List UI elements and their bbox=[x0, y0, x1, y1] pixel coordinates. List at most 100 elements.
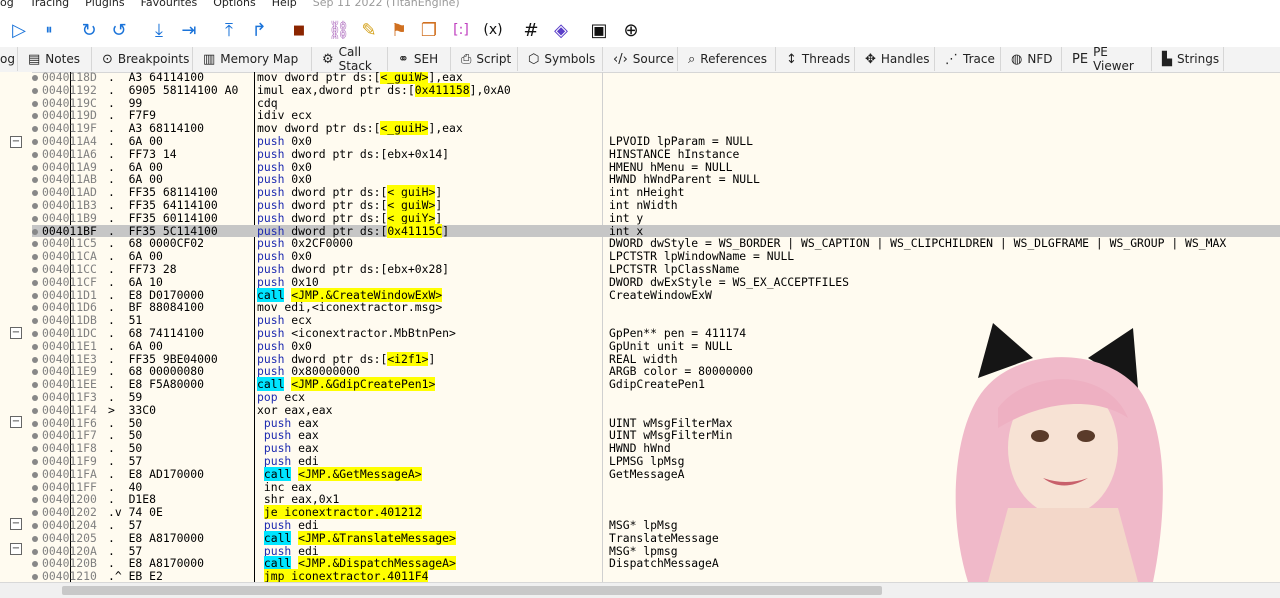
breakpoint-dot-icon[interactable] bbox=[32, 292, 38, 299]
calculator-icon[interactable]: ▣ bbox=[586, 17, 612, 43]
breakpoint-dot-icon[interactable] bbox=[32, 484, 38, 491]
tab-trace[interactable]: ⋰ Trace bbox=[935, 47, 1001, 71]
breakpoint-dot-icon[interactable] bbox=[32, 203, 38, 209]
disasm-row[interactable]: 0040119D. F7F9 idiv ecx bbox=[32, 109, 1280, 122]
breakpoint-dot-icon[interactable] bbox=[32, 177, 38, 184]
breakpoint-dot-icon[interactable] bbox=[32, 356, 38, 363]
collapse-icon[interactable]: − bbox=[10, 136, 22, 148]
breakpoint-dot-icon[interactable] bbox=[32, 139, 38, 145]
horizontal-scrollbar[interactable] bbox=[0, 582, 1280, 598]
collapse-icon[interactable]: − bbox=[10, 543, 22, 555]
tab-label: og bbox=[0, 52, 15, 66]
breakpoint-dot-icon[interactable] bbox=[32, 87, 38, 94]
breakpoint-dot-icon[interactable] bbox=[32, 100, 38, 107]
breakpoint-dot-icon[interactable] bbox=[32, 382, 38, 389]
tab-nfd[interactable]: ◍ NFD bbox=[1001, 47, 1062, 71]
disasm-row[interactable]: 004011A4. 6A 00 push 0x0 LPVOID lpParam = … bbox=[32, 135, 1280, 148]
breakpoint-dot-icon[interactable] bbox=[32, 318, 38, 325]
collapse-icon[interactable]: − bbox=[10, 327, 22, 339]
breakpoint-dot-icon[interactable] bbox=[32, 241, 38, 248]
disasm-row[interactable]: 004011CC . FF73 28 push dword ptr ds:[ebx+… bbox=[32, 263, 1280, 276]
breakpoint-dot-icon[interactable] bbox=[32, 510, 38, 517]
breakpoint-dot-icon[interactable] bbox=[32, 574, 38, 581]
breakpoint-dot-icon[interactable] bbox=[32, 215, 38, 222]
breakpoint-dot-icon[interactable] bbox=[32, 420, 38, 427]
link-icon[interactable]: ⛓ bbox=[326, 17, 352, 43]
restart-icon[interactable]: ↻ bbox=[76, 17, 102, 43]
breakpoint-dot-icon[interactable] bbox=[32, 471, 38, 478]
tab-breakpoints[interactable]: ⊙ Breakpoints bbox=[92, 47, 193, 71]
tab-source[interactable]: ‹/› Source bbox=[603, 47, 678, 71]
breakpoint-dot-icon[interactable] bbox=[32, 369, 38, 376]
tab-memory-map[interactable]: ▥ Memory Map bbox=[193, 47, 312, 71]
globe-icon[interactable]: ⊕ bbox=[618, 17, 644, 43]
tab-symbols[interactable]: ⬡ Symbols bbox=[518, 47, 603, 71]
breakpoint-dot-icon[interactable] bbox=[32, 254, 38, 261]
tab-threads[interactable]: ↕ Threads bbox=[776, 47, 855, 71]
function-icon[interactable]: [:] bbox=[448, 17, 474, 43]
breakpoint-dot-icon[interactable] bbox=[32, 151, 38, 158]
step-over-icon[interactable]: ⇥ bbox=[176, 17, 202, 43]
breakpoint-dot-icon[interactable] bbox=[32, 548, 38, 555]
scrollbar-thumb[interactable] bbox=[62, 586, 882, 595]
breakpoint-dot-icon[interactable] bbox=[32, 561, 38, 568]
tab-seh[interactable]: ⚭ SEH bbox=[388, 47, 451, 71]
tab-handles[interactable]: ✥ Handles bbox=[855, 47, 935, 71]
tab-script[interactable]: ⎙ Script bbox=[451, 47, 518, 71]
menu-item-help[interactable]: Help bbox=[272, 0, 297, 8]
breakpoint-dot-icon[interactable] bbox=[32, 113, 38, 120]
close-icon[interactable]: ↺ bbox=[106, 17, 132, 43]
stop-icon[interactable]: ■ bbox=[286, 17, 312, 43]
disasm-row[interactable]: 0040119C. 99 cdq bbox=[32, 96, 1280, 110]
breakpoint-dot-icon[interactable] bbox=[32, 331, 38, 337]
breakpoint-dot-icon[interactable] bbox=[32, 407, 38, 414]
collapse-icon[interactable]: − bbox=[10, 518, 22, 530]
breakpoint-dot-icon[interactable] bbox=[32, 126, 38, 133]
disasm-row[interactable]: 004011B9 . FF35 60114100 push dword ptr ds… bbox=[32, 210, 1280, 225]
breakpoint-dot-icon[interactable] bbox=[32, 343, 38, 350]
tab-strings[interactable]: ▙ Strings bbox=[1152, 47, 1224, 71]
breakpoint-dot-icon[interactable] bbox=[32, 228, 38, 235]
disasm-row[interactable]: 004011A6 . FF73 14 push dword ptr ds:[ebx+… bbox=[32, 147, 1280, 161]
breakpoint-dot-icon[interactable] bbox=[32, 446, 38, 453]
menu-item-tracing[interactable]: Tracing bbox=[30, 0, 69, 8]
breakpoint-dot-icon[interactable] bbox=[32, 305, 38, 312]
breakpoint-dot-icon[interactable] bbox=[32, 164, 38, 171]
breakpoint-dot-icon[interactable] bbox=[32, 523, 38, 529]
collapse-icon[interactable]: − bbox=[10, 416, 22, 428]
hash-icon[interactable]: # bbox=[518, 17, 544, 43]
breakpoint-dot-icon[interactable] bbox=[32, 395, 38, 401]
menu-item-options[interactable]: Options bbox=[213, 0, 255, 8]
menu-item-favourites[interactable]: Favourites bbox=[141, 0, 198, 8]
disasm-row[interactable]: 00401192 . 6905 58114100 A0 imul eax,dword… bbox=[32, 82, 1280, 97]
menu-item-og[interactable]: og bbox=[0, 0, 14, 8]
run-to-user-code-icon[interactable]: ↱ bbox=[246, 17, 272, 43]
breakpoint-dot-icon[interactable] bbox=[32, 535, 38, 542]
breakpoint-dot-icon[interactable] bbox=[32, 497, 38, 504]
breakpoint-dot-icon[interactable] bbox=[32, 433, 38, 440]
pause-icon[interactable]: ⏸ bbox=[36, 17, 62, 43]
breakpoint-dot-icon[interactable] bbox=[32, 75, 38, 81]
disasm-row[interactable]: 004011B3 . FF35 64114100 push dword ptr ds… bbox=[32, 198, 1280, 212]
execute-till-return-icon[interactable]: ⤒ bbox=[216, 17, 242, 43]
tab-pe-viewer[interactable]: PE PE Viewer bbox=[1062, 45, 1152, 73]
breakpoint-dot-icon[interactable] bbox=[32, 190, 38, 197]
disasm-row[interactable]: 004011CF . 6A 10 push 0x10 DWORD dwExStyle … bbox=[32, 275, 1280, 289]
tab-call-stack[interactable]: ⚙ Call Stack bbox=[312, 45, 388, 73]
tab-references[interactable]: ⌕ References bbox=[678, 47, 776, 71]
run-icon[interactable]: ▷ bbox=[6, 17, 32, 43]
bookmark-icon[interactable]: ❐ bbox=[416, 17, 442, 43]
disasm-row[interactable]: 004011D1. E8 D0170000 call <JMP.&CreateWi… bbox=[32, 287, 1280, 302]
comment-icon[interactable]: ✎ bbox=[356, 17, 382, 43]
tab-notes[interactable]: ▤ Notes bbox=[18, 47, 92, 71]
breakpoint-dot-icon[interactable] bbox=[32, 267, 38, 273]
label-icon[interactable]: ⚑ bbox=[386, 17, 412, 43]
tab-og[interactable]: og bbox=[0, 47, 18, 71]
patch-icon[interactable]: ◈ bbox=[548, 17, 574, 43]
variable-icon[interactable]: (x) bbox=[480, 17, 506, 43]
step-into-icon[interactable]: ⤓ bbox=[146, 17, 172, 43]
menu-item-plugins[interactable]: Plugins bbox=[85, 0, 124, 8]
breakpoint-dot-icon[interactable] bbox=[32, 279, 38, 286]
breakpoint-dot-icon[interactable] bbox=[32, 459, 38, 465]
disasm-row[interactable]: 004011D6. BF 88084100 mov edi,<iconextrac… bbox=[32, 301, 1280, 314]
